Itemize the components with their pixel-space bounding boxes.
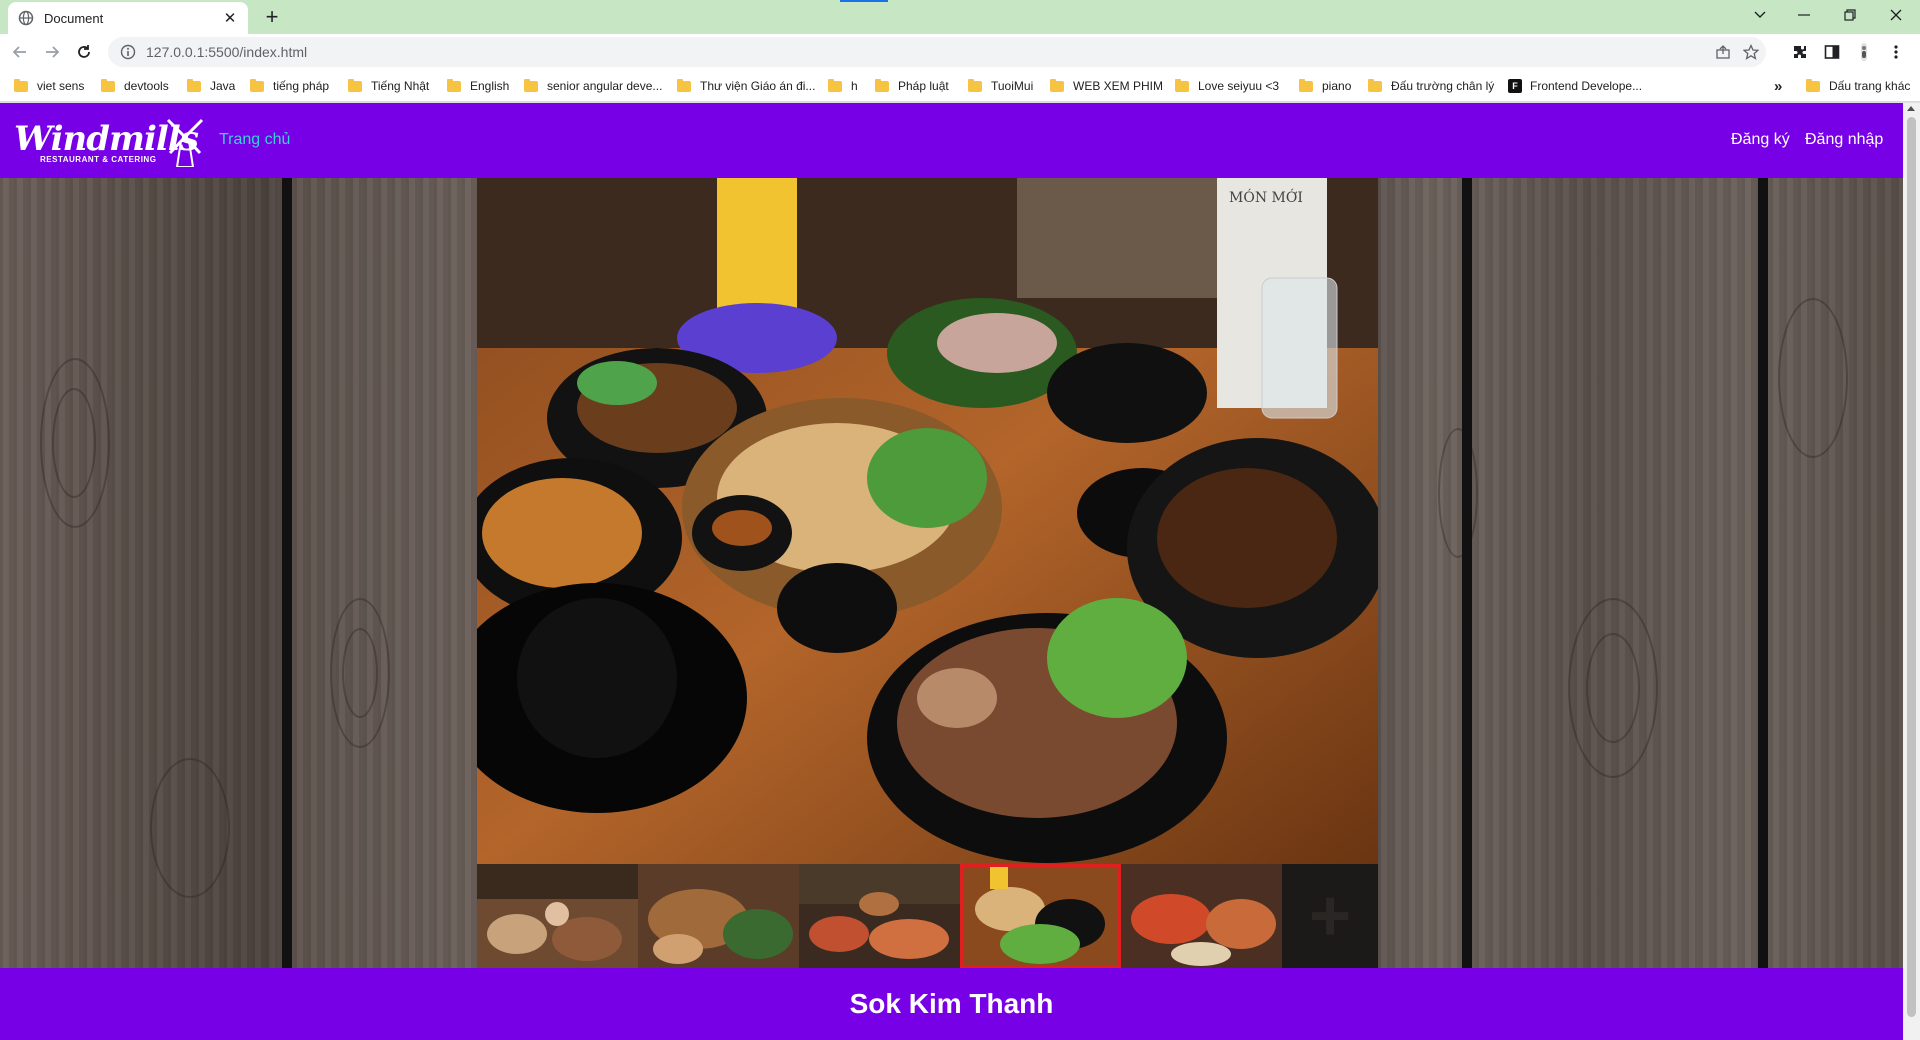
bookmark-item[interactable]: h (828, 77, 858, 95)
browser-tab[interactable]: Document ✕ (8, 2, 248, 34)
bookmark-item[interactable]: Tiếng Nhật (348, 77, 429, 95)
site-footer: Sok Kim Thanh (0, 968, 1903, 1040)
wood-seam (1758, 178, 1768, 968)
folder-icon (1175, 78, 1189, 92)
folder-icon (1806, 78, 1820, 92)
frontend-mentor-icon: F (1508, 79, 1522, 93)
bookmark-item[interactable]: Đấu trường chân lý (1368, 77, 1494, 95)
folder-icon (968, 78, 982, 92)
folder-icon (250, 78, 264, 92)
hero-food-image[interactable]: MÓN MỚI (477, 178, 1378, 864)
folder-icon (187, 78, 201, 92)
folder-icon (1368, 78, 1382, 92)
restore-button[interactable] (1828, 0, 1872, 30)
bookmark-item[interactable]: Love seiyuu <3 (1175, 77, 1279, 95)
folder-icon (14, 78, 28, 92)
folder-icon (524, 78, 538, 92)
nav-login-link[interactable]: Đăng nhập (1805, 131, 1883, 149)
gallery-thumbnail[interactable] (799, 864, 960, 968)
folder-icon (101, 78, 115, 92)
page-scrollbar[interactable] (1903, 103, 1920, 1040)
extensions-icon[interactable] (1788, 40, 1812, 64)
windmill-icon (166, 118, 204, 167)
wood-background-right (1378, 178, 1903, 968)
folder-icon (875, 78, 889, 92)
tab-title: Document (44, 10, 104, 26)
gallery-thumbnail[interactable] (477, 864, 638, 968)
back-button[interactable] (8, 40, 32, 64)
close-tab-icon[interactable]: ✕ (222, 9, 238, 27)
bookmark-star-icon[interactable] (1736, 37, 1766, 67)
bookmark-item[interactable]: viet sens (14, 77, 84, 95)
folder-icon (828, 78, 842, 92)
site-logo[interactable]: Windmills RESTAURANT & CATERING (14, 117, 204, 167)
bookmark-item[interactable]: Java (187, 77, 235, 95)
bookmark-item[interactable]: F Frontend Develope... (1508, 77, 1642, 95)
folder-icon (348, 78, 362, 92)
scrollbar-thumb[interactable] (1907, 117, 1916, 1017)
folder-icon (1299, 78, 1313, 92)
menu-card-text: MÓN MỚI (1229, 188, 1303, 206)
new-tab-button[interactable]: + (258, 4, 286, 32)
browser-toolbar: 127.0.0.1:5500/index.html (0, 34, 1920, 70)
folder-icon (677, 78, 691, 92)
wood-background-left (0, 178, 477, 968)
address-bar[interactable]: 127.0.0.1:5500/index.html (108, 37, 1766, 67)
share-icon[interactable] (1708, 37, 1738, 67)
menu-kebab-icon[interactable] (1884, 40, 1908, 64)
minimize-button[interactable] (1782, 0, 1826, 30)
forward-button[interactable] (40, 40, 64, 64)
bookmark-item[interactable]: tiếng pháp (250, 77, 329, 95)
gallery-thumbnails: + (477, 864, 1378, 968)
folder-icon (447, 78, 461, 92)
gallery-thumbnail[interactable] (638, 864, 799, 968)
nav-home-link[interactable]: Trang chủ (219, 131, 290, 149)
globe-icon (18, 10, 34, 26)
folder-icon (1050, 78, 1064, 92)
tab-strip: Document ✕ + (0, 0, 1920, 34)
logo-tagline: RESTAURANT & CATERING (40, 155, 157, 164)
gallery-thumbnail-active[interactable] (960, 864, 1121, 968)
scroll-up-arrow[interactable] (1907, 106, 1915, 111)
more-bookmarks-button[interactable]: » (1774, 77, 1782, 95)
site-header: Windmills RESTAURANT & CATERING Trang ch… (0, 103, 1903, 178)
other-bookmarks-folder[interactable]: Dấu trang khác (1806, 77, 1910, 95)
bookmarks-bar: viet sens devtools Java tiếng pháp Tiếng… (0, 70, 1920, 102)
bookmark-item[interactable]: Pháp luật (875, 77, 949, 95)
gallery-thumbnail[interactable] (1121, 864, 1282, 968)
site-info-icon[interactable] (120, 44, 136, 60)
profile-avatar-icon[interactable] (1852, 40, 1876, 64)
wood-seam (1462, 178, 1472, 968)
bookmark-item[interactable]: WEB XEM PHIM (1050, 77, 1163, 95)
tab-search-icon[interactable] (1738, 0, 1782, 30)
loading-indicator (840, 0, 888, 2)
bookmark-item[interactable]: piano (1299, 77, 1351, 95)
nav-register-link[interactable]: Đăng ký (1731, 131, 1790, 149)
bookmark-item[interactable]: Thư viện Giáo án đi... (677, 77, 815, 95)
bookmark-item[interactable]: devtools (101, 77, 169, 95)
reload-button[interactable] (72, 40, 96, 64)
close-window-button[interactable] (1874, 0, 1918, 30)
bookmark-item[interactable]: TuoiMui (968, 77, 1033, 95)
url-text: 127.0.0.1:5500/index.html (146, 44, 308, 60)
bookmark-item[interactable]: senior angular deve... (524, 77, 662, 95)
bookmark-item[interactable]: English (447, 77, 509, 95)
footer-text: Sok Kim Thanh (849, 988, 1054, 1019)
side-panel-icon[interactable] (1820, 40, 1844, 64)
page-viewport: Windmills RESTAURANT & CATERING Trang ch… (0, 103, 1903, 1040)
gallery-more-button[interactable]: + (1282, 864, 1378, 968)
wood-seam (282, 178, 292, 968)
